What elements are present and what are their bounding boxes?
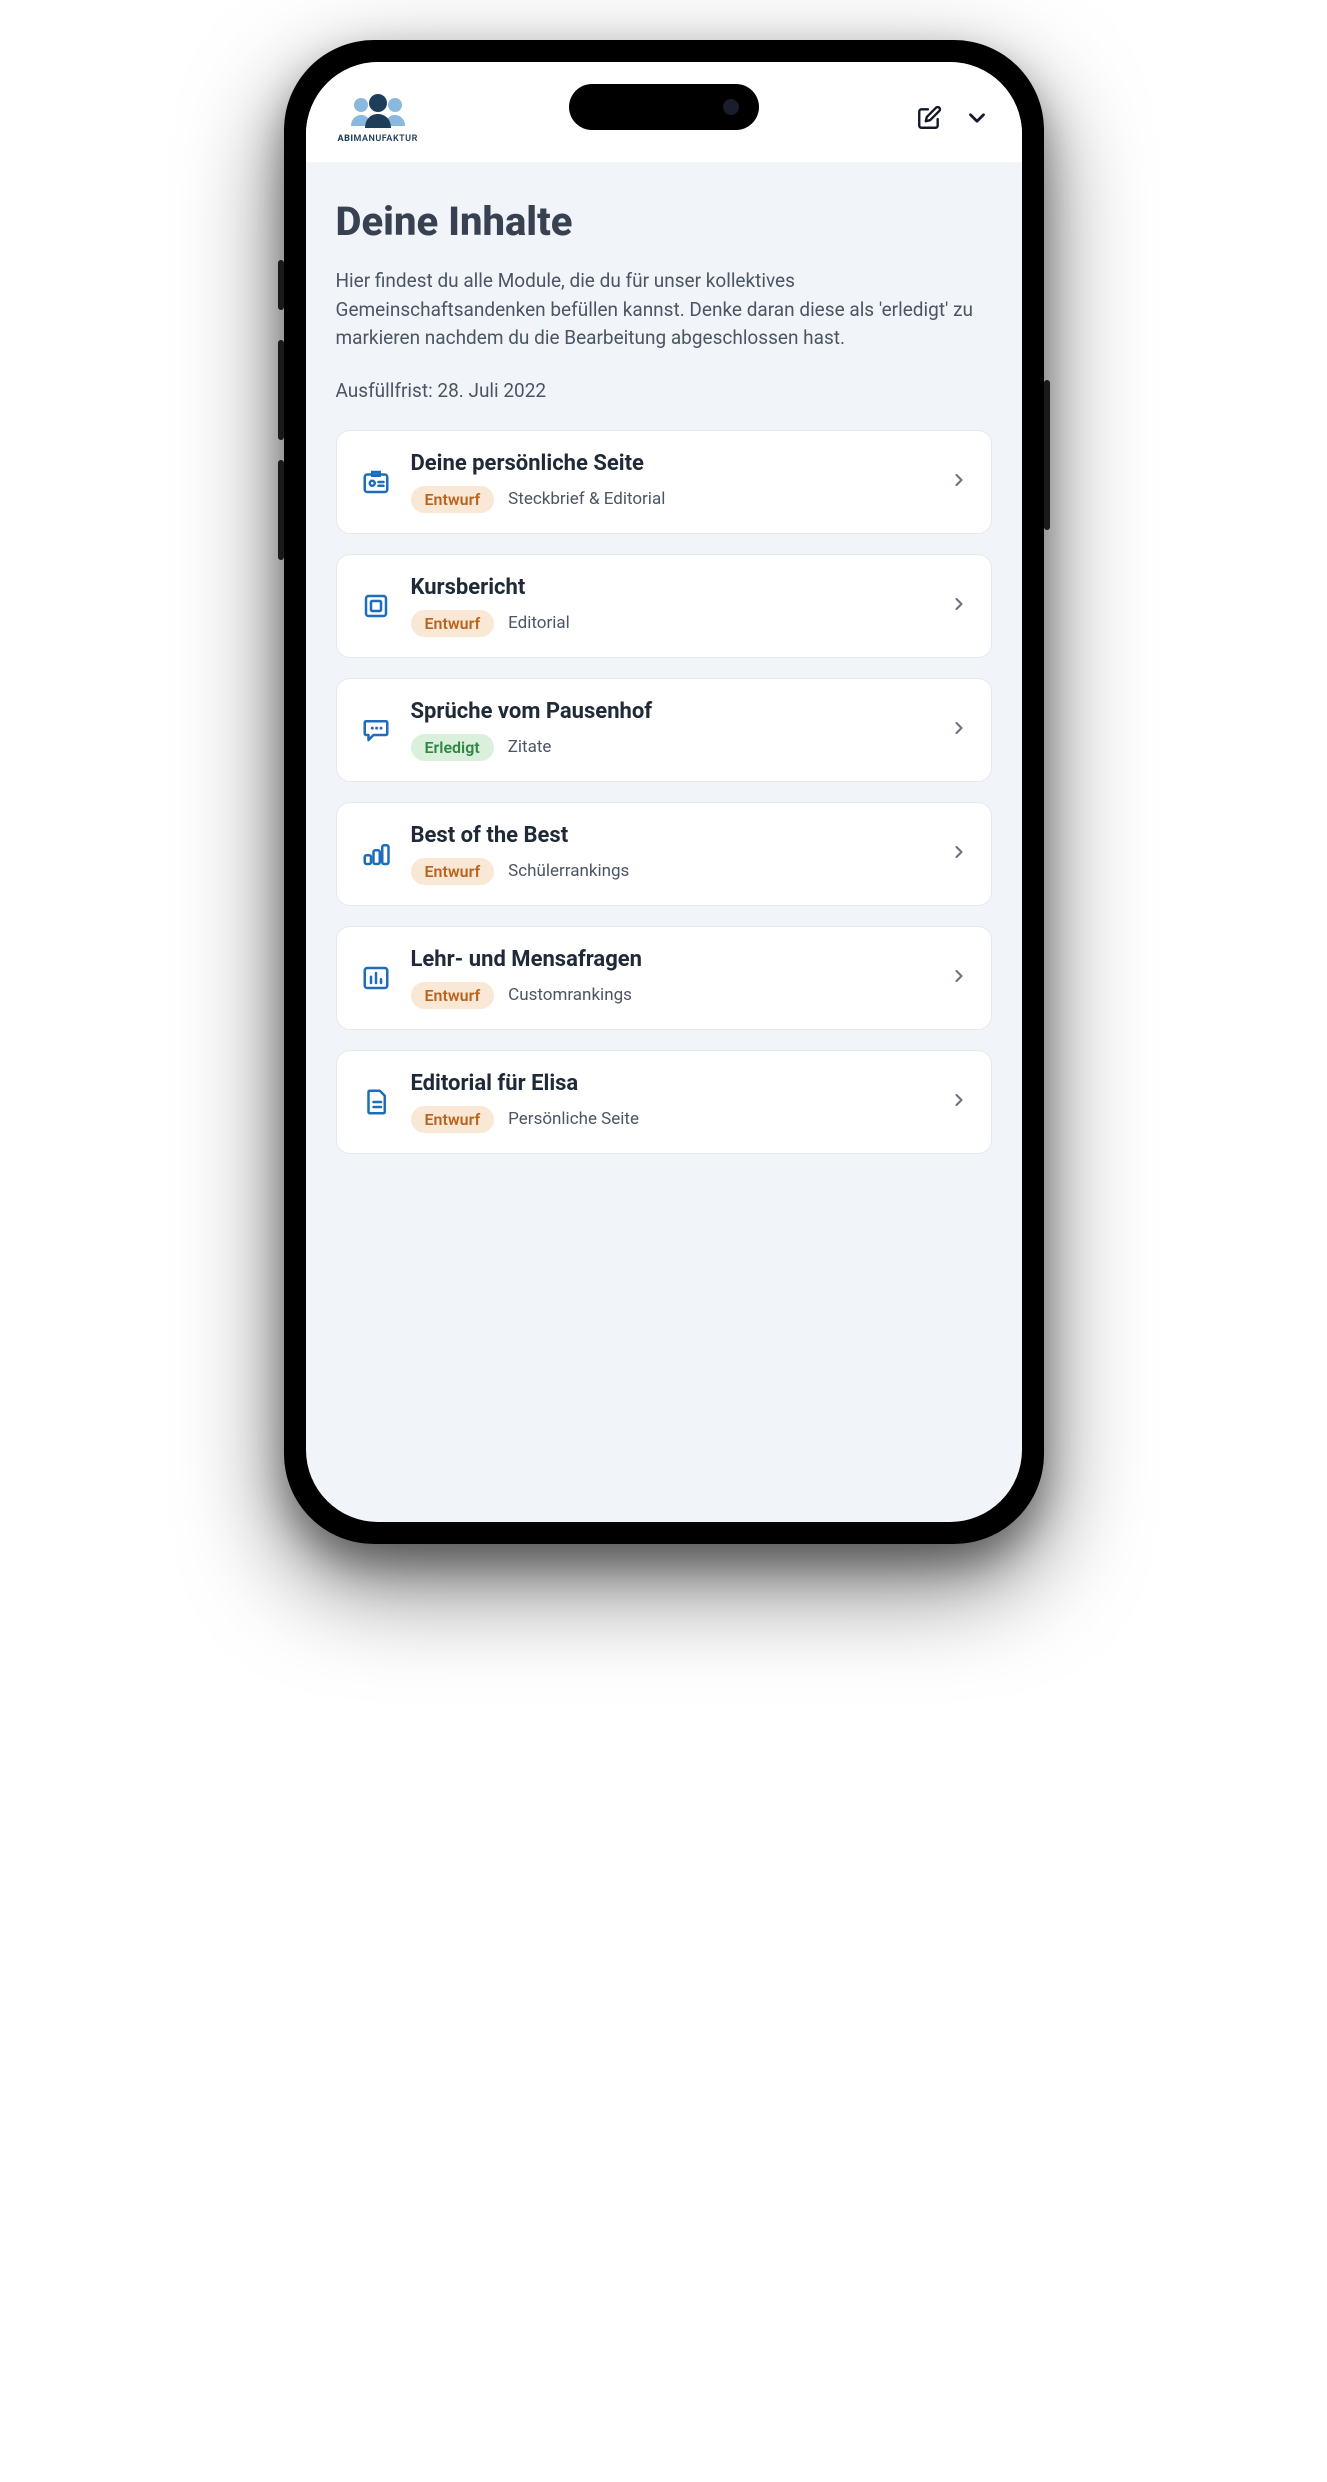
chevron-right-icon <box>949 718 969 742</box>
card-meta: Entwurf Persönliche Seite <box>411 1106 931 1133</box>
brand-logo: ABIMANUFAKTUR <box>338 92 418 144</box>
status-badge: Entwurf <box>411 982 495 1009</box>
chevron-right-icon <box>949 842 969 866</box>
card-title: Deine persönliche Seite <box>411 451 931 476</box>
module-card[interactable]: Deine persönliche Seite Entwurf Steckbrief… <box>336 430 992 534</box>
module-card[interactable]: Best of the Best Entwurf Schülerrankings <box>336 802 992 906</box>
page-title: Deine Inhalte <box>336 198 992 245</box>
card-category: Steckbrief & Editorial <box>508 489 665 509</box>
people-logo-icon <box>347 92 409 132</box>
chevron-right-icon <box>949 966 969 990</box>
card-meta: Entwurf Schülerrankings <box>411 858 931 885</box>
id-card-icon <box>359 467 393 497</box>
card-meta: Entwurf Editorial <box>411 610 931 637</box>
card-title: Editorial für Elisa <box>411 1071 931 1096</box>
card-title: Lehr- und Mensafragen <box>411 947 931 972</box>
deadline-text: Ausfüllfrist: 28. Juli 2022 <box>336 379 992 402</box>
chevron-right-icon <box>949 594 969 618</box>
status-badge: Entwurf <box>411 486 495 513</box>
chevron-down-icon <box>964 105 990 131</box>
module-card[interactable]: Sprüche vom Pausenhof Erledigt Zitate <box>336 678 992 782</box>
card-body: Deine persönliche Seite Entwurf Steckbrief… <box>411 451 931 513</box>
card-meta: Erledigt Zitate <box>411 734 931 761</box>
news-icon <box>359 591 393 621</box>
card-category: Zitate <box>508 737 552 757</box>
status-badge: Erledigt <box>411 734 494 761</box>
card-title: Sprüche vom Pausenhof <box>411 699 931 724</box>
card-category: Schülerrankings <box>508 861 629 881</box>
card-category: Persönliche Seite <box>508 1109 639 1129</box>
module-card[interactable]: Kursbericht Entwurf Editorial <box>336 554 992 658</box>
device-notch <box>569 84 759 130</box>
doc-icon <box>359 1087 393 1117</box>
chevron-right-icon <box>949 1090 969 1114</box>
module-card[interactable]: Lehr- und Mensafragen Entwurf Customrankin… <box>336 926 992 1030</box>
card-body: Lehr- und Mensafragen Entwurf Customrankin… <box>411 947 931 1009</box>
card-body: Kursbericht Entwurf Editorial <box>411 575 931 637</box>
card-category: Customrankings <box>508 985 632 1005</box>
page-description: Hier findest du alle Module, die du für … <box>336 267 992 353</box>
brand-text: ABIMANUFAKTUR <box>338 134 418 144</box>
status-badge: Entwurf <box>411 858 495 885</box>
card-meta: Entwurf Customrankings <box>411 982 931 1009</box>
card-body: Editorial für Elisa Entwurf Persönliche Se… <box>411 1071 931 1133</box>
status-badge: Entwurf <box>411 610 495 637</box>
menu-toggle-button[interactable] <box>964 105 990 131</box>
status-badge: Entwurf <box>411 1106 495 1133</box>
bars-icon <box>359 839 393 869</box>
card-title: Best of the Best <box>411 823 931 848</box>
edit-button[interactable] <box>916 105 942 131</box>
card-title: Kursbericht <box>411 575 931 600</box>
edit-icon <box>916 105 942 131</box>
card-meta: Entwurf Steckbrief & Editorial <box>411 486 931 513</box>
chevron-right-icon <box>949 470 969 494</box>
card-category: Editorial <box>508 613 570 633</box>
chat-icon <box>359 715 393 745</box>
card-body: Sprüche vom Pausenhof Erledigt Zitate <box>411 699 931 761</box>
poll-icon <box>359 963 393 993</box>
card-body: Best of the Best Entwurf Schülerrankings <box>411 823 931 885</box>
module-card[interactable]: Editorial für Elisa Entwurf Persönliche Se… <box>336 1050 992 1154</box>
